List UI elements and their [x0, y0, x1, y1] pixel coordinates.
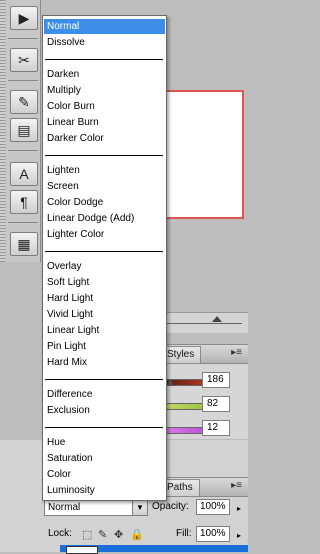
menu-item[interactable]: Exclusion — [44, 403, 165, 418]
menu-item[interactable]: Linear Light — [44, 323, 165, 338]
divider — [8, 80, 38, 81]
menu-item[interactable]: Vivid Light — [44, 307, 165, 322]
layer-thumbnail[interactable] — [66, 546, 98, 554]
layers-panel-header: Paths ▸≡ — [160, 477, 248, 497]
menu-item[interactable]: Difference — [44, 387, 165, 402]
menu-item[interactable]: Darker Color — [44, 131, 165, 146]
lock-position-icon[interactable]: ✥ — [114, 528, 123, 541]
menu-separator — [45, 251, 163, 252]
slider-red[interactable]: 186 — [160, 370, 248, 392]
panel-menu-icon[interactable]: ▸≡ — [231, 347, 242, 358]
play-icon[interactable]: ▶ — [10, 6, 38, 30]
document-canvas[interactable] — [160, 90, 244, 219]
slider-blue[interactable]: 12 — [160, 418, 248, 440]
menu-separator — [45, 379, 163, 380]
zoom-track — [162, 323, 242, 324]
menu-separator — [45, 59, 163, 60]
panel-menu-icon[interactable]: ▸≡ — [231, 480, 242, 491]
brush-presets-icon[interactable]: ✎ — [10, 90, 38, 114]
lock-transparent-icon[interactable]: ⬚ — [82, 528, 92, 541]
divider — [8, 222, 38, 223]
character-icon[interactable]: A — [10, 162, 38, 186]
menu-item[interactable]: Dissolve — [44, 35, 165, 50]
lock-label: Lock: — [48, 528, 72, 539]
menu-item[interactable]: Color Dodge — [44, 195, 165, 210]
menu-item[interactable]: Soft Light — [44, 275, 165, 290]
panel-dock-strip: ▶ ✂ ✎ ▤ A ¶ ▦ — [0, 0, 41, 262]
menu-item[interactable]: Pin Light — [44, 339, 165, 354]
blend-mode-value: Normal — [48, 502, 81, 513]
menu-item[interactable]: Lighter Color — [44, 227, 165, 242]
menu-item[interactable]: Overlay — [44, 259, 165, 274]
styles-panel-header: Styles ▸≡ — [160, 344, 248, 364]
opacity-label: Opacity: — [152, 501, 189, 512]
paragraph-icon[interactable]: ¶ — [10, 190, 38, 214]
menu-separator — [45, 427, 163, 428]
menu-item[interactable]: Color — [44, 467, 165, 482]
dock-grip[interactable] — [0, 0, 6, 262]
menu-item[interactable]: Multiply — [44, 83, 165, 98]
opacity-field[interactable]: 100% ▸ — [196, 499, 241, 515]
divider — [8, 150, 38, 151]
menu-item[interactable]: Screen — [44, 179, 165, 194]
red-slider-thumb[interactable] — [166, 379, 174, 386]
zoom-slider-handle[interactable] — [212, 316, 222, 322]
menu-item[interactable]: Normal — [44, 19, 165, 34]
blue-value-field[interactable]: 12 — [202, 420, 230, 436]
blend-mode-menu: Normal Dissolve Darken Multiply Color Burn Li… — [42, 15, 167, 501]
lock-all-icon[interactable]: 🔒 — [130, 528, 144, 541]
menu-item[interactable]: Saturation — [44, 451, 165, 466]
chevron-down-icon[interactable]: ▼ — [132, 500, 147, 515]
fill-value: 100% — [200, 528, 226, 539]
menu-item[interactable]: Color Burn — [44, 99, 165, 114]
menu-separator — [45, 155, 163, 156]
menu-item[interactable]: Luminosity — [44, 483, 165, 498]
opacity-arrow-icon[interactable]: ▸ — [237, 502, 241, 516]
menu-item[interactable]: Hard Mix — [44, 355, 165, 370]
menu-item[interactable]: Darken — [44, 67, 165, 82]
divider — [8, 38, 38, 39]
slider-green[interactable]: 82 — [160, 394, 248, 416]
menu-item[interactable]: Hard Light — [44, 291, 165, 306]
fill-label: Fill: — [176, 528, 192, 539]
blend-mode-select[interactable]: Normal ▼ — [44, 499, 148, 516]
green-value-field[interactable]: 82 — [202, 396, 230, 412]
menu-item[interactable]: Linear Dodge (Add) — [44, 211, 165, 226]
layer-comps-icon[interactable]: ▦ — [10, 232, 38, 256]
opacity-value: 100% — [200, 501, 226, 512]
red-value-field[interactable]: 186 — [202, 372, 230, 388]
menu-item[interactable]: Lighten — [44, 163, 165, 178]
lock-image-icon[interactable]: ✎ — [98, 528, 107, 541]
menu-item[interactable]: Hue — [44, 435, 165, 450]
clone-source-icon[interactable]: ▤ — [10, 118, 38, 142]
menu-item[interactable]: Linear Burn — [44, 115, 165, 130]
tools-icon[interactable]: ✂ — [10, 48, 38, 72]
fill-arrow-icon[interactable]: ▸ — [237, 529, 241, 543]
fill-field[interactable]: 100% ▸ — [196, 526, 241, 542]
